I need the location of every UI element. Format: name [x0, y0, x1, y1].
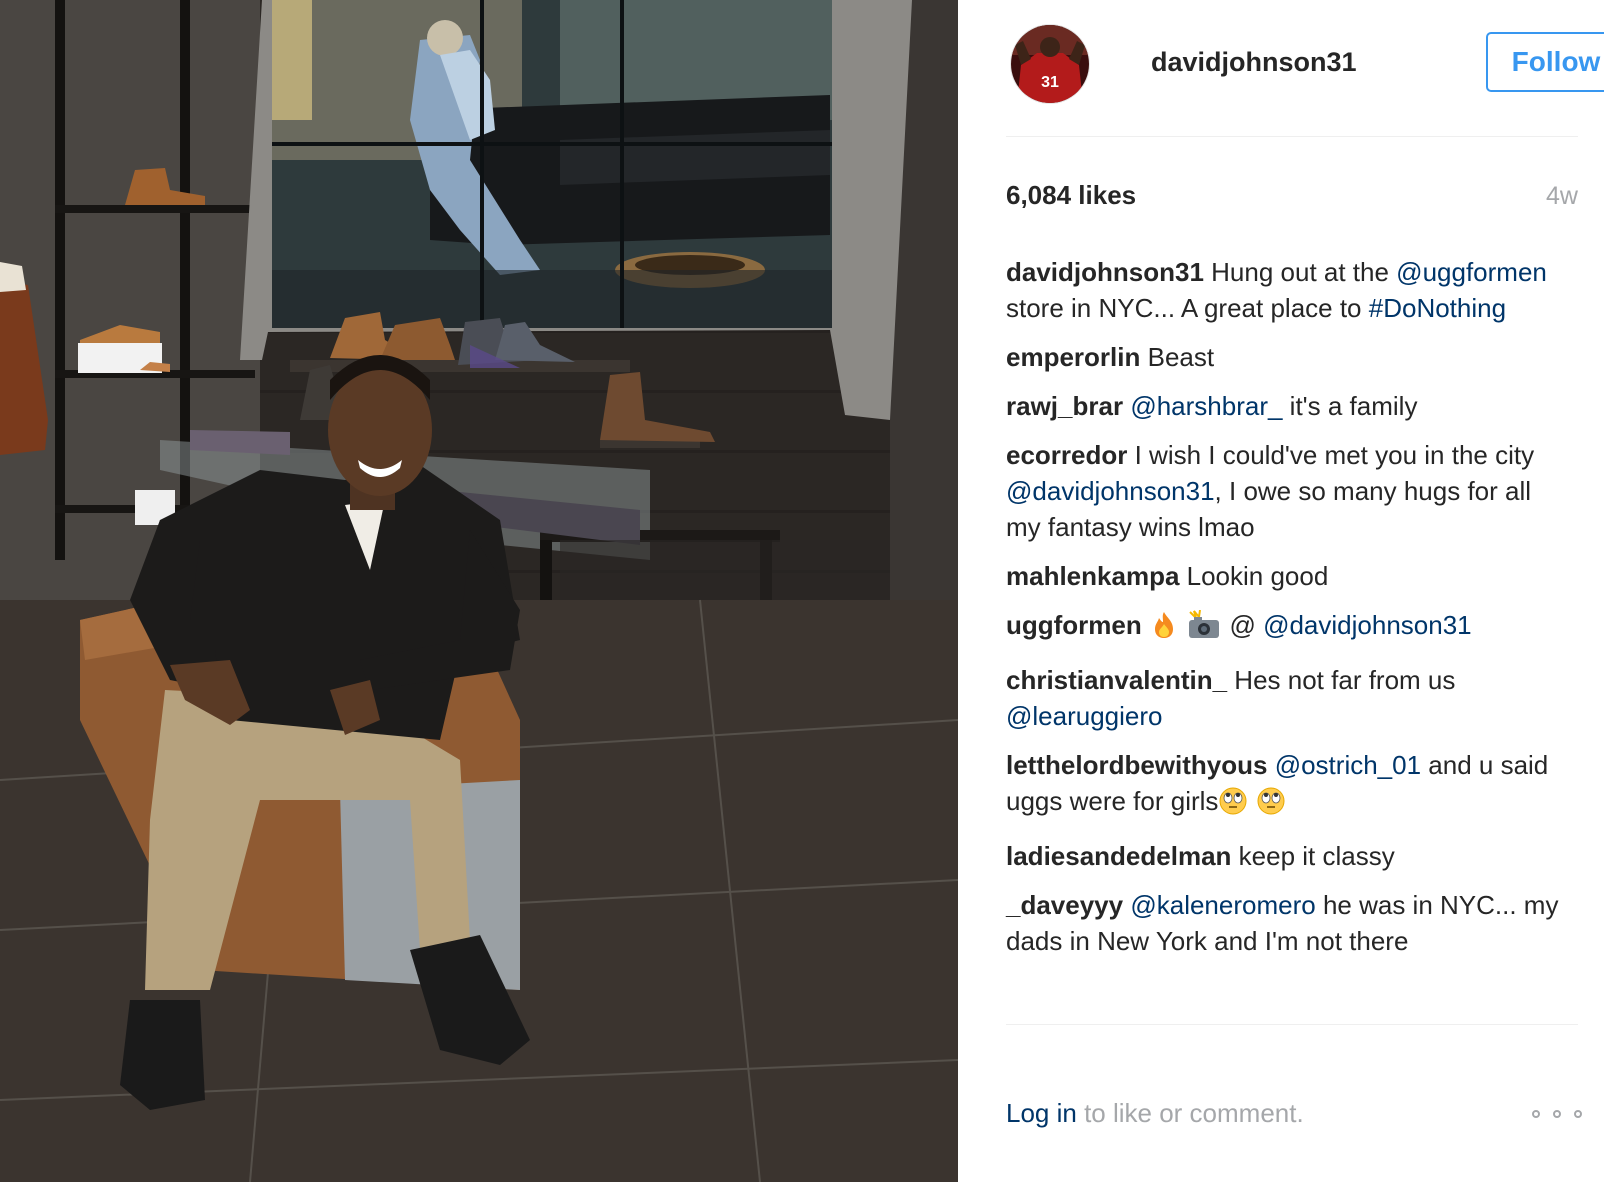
comment-item: davidjohnson31 Hung out at the @uggforme… — [1006, 254, 1566, 326]
comment-text: store in NYC... A great place to — [1006, 293, 1369, 323]
dot-icon — [1553, 1110, 1561, 1118]
comment-item: christianvalentin_ Hes not far from us @… — [1006, 662, 1566, 734]
comment-item: uggformen @ @davidjohnson31 — [1006, 607, 1566, 649]
fire-emoji — [1149, 610, 1179, 649]
instagram-post: 31 davidjohnson31 Follow 6,084 likes 4w … — [0, 0, 1604, 1192]
header-divider — [1006, 136, 1578, 137]
comment-username[interactable]: ecorredor — [1006, 440, 1127, 470]
comment-list: davidjohnson31 Hung out at the @uggforme… — [1006, 254, 1566, 972]
comment-item: _daveyyy @kaleneromero he was in NYC... … — [1006, 887, 1566, 959]
comment-username[interactable]: mahlenkampa — [1006, 561, 1179, 591]
comment-text: I wish I could've met you in the city — [1127, 440, 1535, 470]
post-header: 31 davidjohnson31 Follow — [1006, 24, 1604, 104]
comment-username[interactable]: ladiesandedelman — [1006, 841, 1231, 871]
comment-username[interactable]: _daveyyy — [1006, 890, 1123, 920]
comment-username[interactable]: emperorlin — [1006, 342, 1140, 372]
avatar-image: 31 — [1011, 25, 1089, 103]
dot-icon — [1574, 1110, 1582, 1118]
mention-link[interactable]: @harshbrar_ — [1130, 391, 1282, 421]
hashtag-link[interactable]: #DoNothing — [1369, 293, 1506, 323]
eye-roll-emoji — [1256, 786, 1286, 825]
comment-item: ecorredor I wish I could've met you in t… — [1006, 437, 1566, 545]
comment-text — [1179, 610, 1186, 640]
author-avatar[interactable]: 31 — [1010, 24, 1090, 104]
comment-text: keep it classy — [1231, 841, 1395, 871]
post-details-panel: 31 davidjohnson31 Follow 6,084 likes 4w … — [958, 0, 1604, 1182]
post-photo[interactable] — [0, 0, 958, 1182]
comment-text — [1142, 610, 1149, 640]
comment-item: letthelordbewithyous @ostrich_01 and u s… — [1006, 747, 1566, 825]
comment-text: Beast — [1140, 342, 1215, 372]
mention-link[interactable]: @learuggiero — [1006, 701, 1162, 731]
comment-text: Hes not far from us — [1227, 665, 1456, 695]
follow-button[interactable]: Follow — [1486, 32, 1604, 92]
comment-item: rawj_brar @harshbrar_ it's a family — [1006, 388, 1566, 424]
footer-divider — [1006, 1024, 1578, 1025]
avatar-jersey-number: 31 — [1041, 74, 1059, 91]
mention-link[interactable]: @kaleneromero — [1130, 890, 1315, 920]
comment-text: @ — [1222, 610, 1264, 640]
comment-text: Hung out at the — [1203, 257, 1397, 287]
eye-roll-emoji — [1218, 786, 1248, 825]
like-count[interactable]: 6,084 likes — [1006, 180, 1136, 211]
comment-text — [1248, 786, 1255, 816]
comment-item: ladiesandedelman keep it classy — [1006, 838, 1566, 874]
login-prompt-text: to like or comment. — [1076, 1098, 1304, 1128]
dot-icon — [1532, 1110, 1540, 1118]
store-scene-illustration — [0, 0, 958, 1182]
comment-username[interactable]: letthelordbewithyous — [1006, 750, 1267, 780]
camera-flash-emoji — [1186, 609, 1222, 649]
mention-link[interactable]: @davidjohnson31 — [1263, 610, 1472, 640]
comment-text: Lookin good — [1179, 561, 1329, 591]
comment-item: emperorlin Beast — [1006, 339, 1566, 375]
mention-link[interactable]: @uggformen — [1396, 257, 1547, 287]
comment-username[interactable]: davidjohnson31 — [1006, 257, 1204, 287]
author-username[interactable]: davidjohnson31 — [1151, 47, 1357, 78]
login-prompt: Log in to like or comment. — [1006, 1098, 1304, 1129]
comment-username[interactable]: uggformen — [1006, 610, 1142, 640]
comment-text — [1267, 750, 1274, 780]
post-age[interactable]: 4w — [1546, 182, 1578, 211]
comment-item: mahlenkampa Lookin good — [1006, 558, 1566, 594]
mention-link[interactable]: @ostrich_01 — [1275, 750, 1421, 780]
comment-username[interactable]: christianvalentin_ — [1006, 665, 1227, 695]
comment-username[interactable]: rawj_brar — [1006, 391, 1123, 421]
mention-link[interactable]: @davidjohnson31 — [1006, 476, 1215, 506]
more-options-icon[interactable] — [1532, 1102, 1582, 1126]
login-link[interactable]: Log in — [1006, 1098, 1077, 1128]
comment-text: it's a family — [1282, 391, 1418, 421]
